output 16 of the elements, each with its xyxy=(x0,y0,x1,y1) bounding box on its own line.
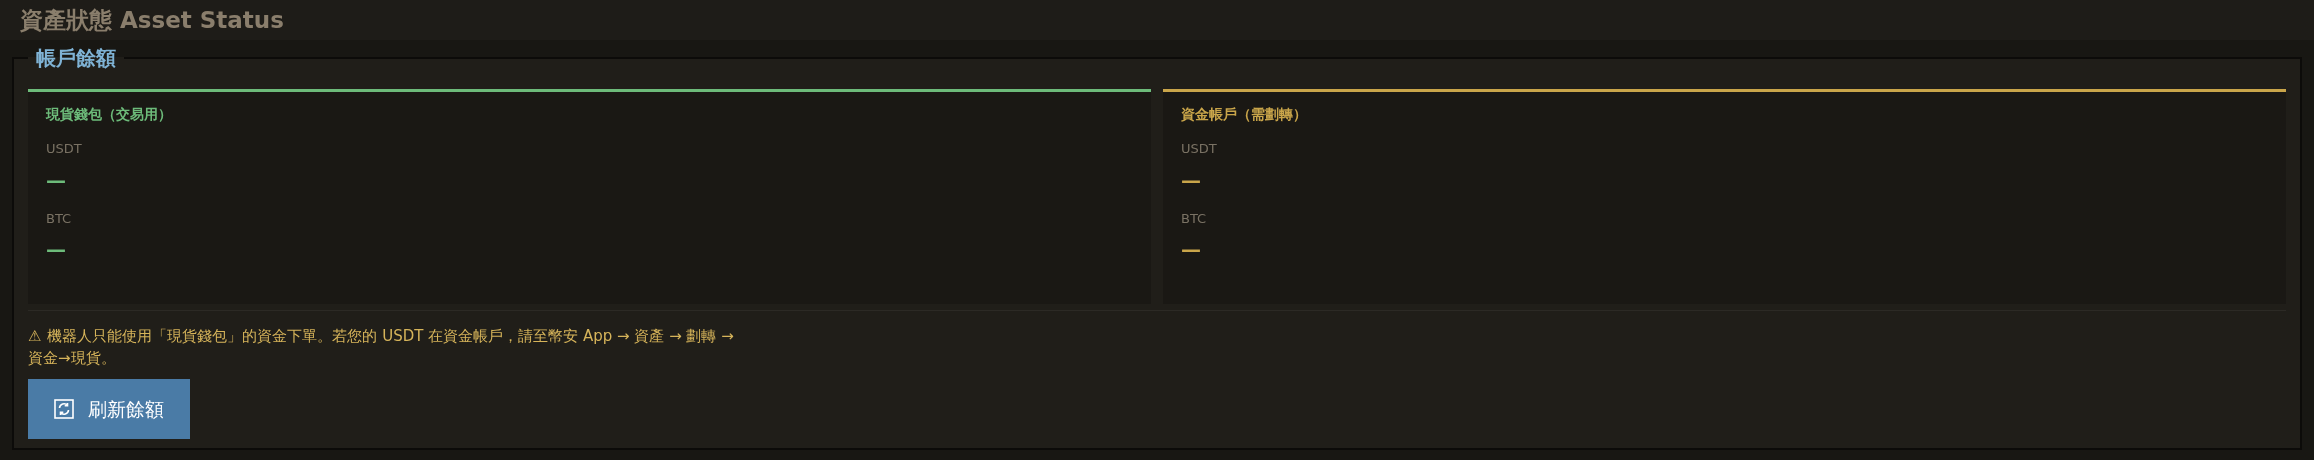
asset-value: — xyxy=(46,166,66,194)
page-title: 資產狀態 Asset Status xyxy=(20,8,284,32)
asset-value: — xyxy=(1181,166,1201,194)
refresh-button[interactable]: 刷新餘額 xyxy=(28,379,190,439)
asset-label: BTC xyxy=(46,209,73,228)
warning-message: ⚠ 機器人只能使用「現貨錢包」的資金下單。若您的 USDT 在資金帳戶，請至幣安 App → 資產 → 劃轉 → 資金→現貨。 xyxy=(28,326,735,369)
asset-value: — xyxy=(46,236,66,263)
asset-label: USDT xyxy=(1181,140,1218,158)
card-title: 資金帳戶（需劃轉） xyxy=(1181,105,1308,124)
warning-icon: ⚠ xyxy=(28,327,42,345)
asset-label: BTC xyxy=(1181,209,1208,228)
asset-value: — xyxy=(1181,236,1201,263)
card-title: 現貨錢包（交易用） xyxy=(46,105,173,124)
section-legend: 帳戶餘額 xyxy=(28,43,124,73)
asset-label: USDT xyxy=(46,140,83,158)
refresh-icon xyxy=(54,399,74,419)
